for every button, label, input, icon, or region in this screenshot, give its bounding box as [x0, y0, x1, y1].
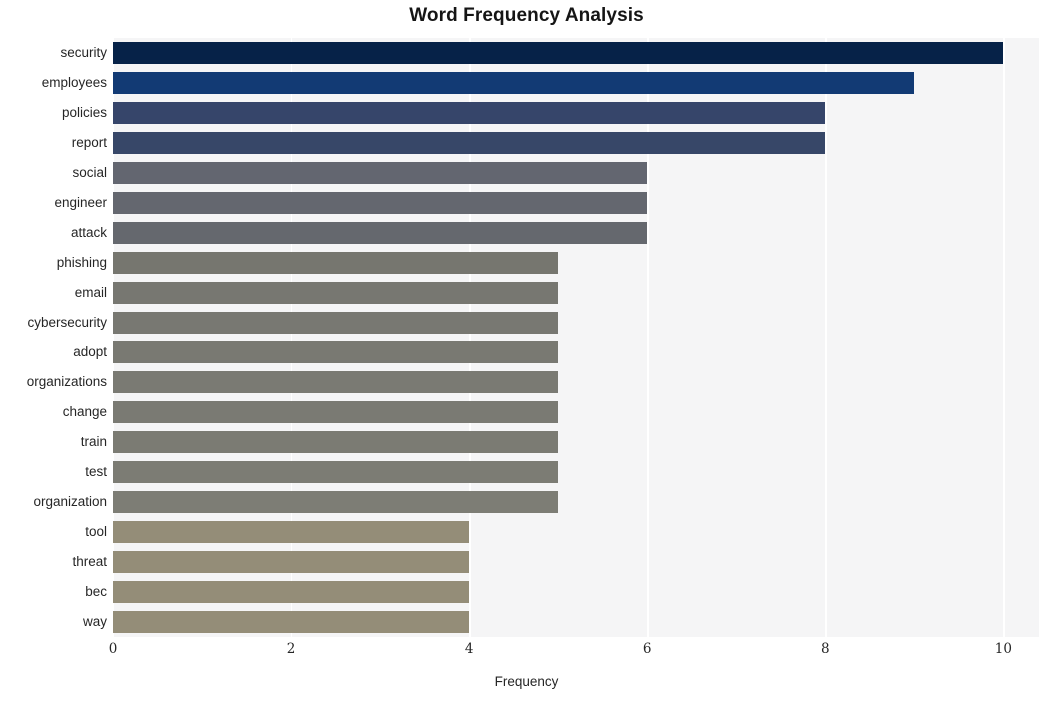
bar-engineer[interactable] [113, 191, 648, 214]
x-tick-label-4: 4 [464, 641, 474, 657]
bar-email[interactable] [113, 281, 559, 304]
y-tick-label-report: report [71, 134, 107, 150]
y-tick-label-policies: policies [61, 104, 107, 120]
y-tick-label-train: train [80, 434, 107, 450]
bar-change[interactable] [113, 401, 559, 424]
y-tick-label-adopt: adopt [73, 344, 107, 360]
bar-policies[interactable] [113, 101, 826, 124]
y-tick-label-threat: threat [72, 554, 107, 570]
y-axis-tick-labels: security employees policies report social eng… [0, 38, 107, 637]
y-tick-label-change: change [62, 404, 107, 420]
y-tick-label-email: email [74, 284, 107, 300]
y-tick-label-employees: employees [41, 74, 107, 90]
bar-employees[interactable] [113, 71, 915, 94]
bar-security[interactable] [113, 41, 1004, 64]
x-tick-label-8: 8 [821, 641, 830, 657]
bar-way[interactable] [113, 611, 470, 634]
bar-social[interactable] [113, 161, 648, 184]
x-tick-label-10: 10 [994, 641, 1012, 657]
bar-organizations[interactable] [113, 371, 559, 394]
bar-report[interactable] [113, 131, 826, 154]
bar-adopt[interactable] [113, 341, 559, 364]
chart-figure: Word Frequency Analysis security employee… [0, 0, 1053, 701]
x-tick-label-6: 6 [642, 641, 652, 657]
chart-title: Word Frequency Analysis [409, 5, 644, 26]
y-tick-label-security: security [60, 44, 107, 60]
x-axis-tick-labels: 0 2 4 6 8 10 [109, 641, 1039, 663]
y-tick-label-engineer: engineer [54, 194, 107, 210]
bar-threat[interactable] [113, 551, 470, 574]
y-tick-label-cybersecurity: cybersecurity [27, 314, 107, 330]
bar-cybersecurity[interactable] [113, 311, 559, 334]
y-tick-label-organizations: organizations [26, 374, 107, 390]
y-tick-label-tool: tool [85, 524, 107, 540]
y-tick-label-phishing: phishing [56, 254, 107, 270]
bar-test[interactable] [113, 461, 559, 484]
y-tick-label-organization: organization [33, 494, 107, 510]
bar-organization[interactable] [113, 491, 559, 514]
y-tick-label-attack: attack [70, 224, 107, 240]
bar-tool[interactable] [113, 521, 470, 544]
x-tick-label-2: 2 [286, 641, 296, 657]
x-axis-title: Frequency [494, 674, 559, 689]
bar-bec[interactable] [113, 581, 470, 604]
bars-layer [113, 38, 1039, 637]
bar-phishing[interactable] [113, 251, 559, 274]
y-tick-label-social: social [72, 164, 107, 180]
y-tick-label-bec: bec [85, 584, 107, 600]
x-tick-label-0: 0 [108, 641, 118, 657]
bar-attack[interactable] [113, 221, 648, 244]
bar-train[interactable] [113, 431, 559, 454]
y-tick-label-way: way [82, 614, 107, 630]
y-tick-label-test: test [85, 464, 107, 480]
